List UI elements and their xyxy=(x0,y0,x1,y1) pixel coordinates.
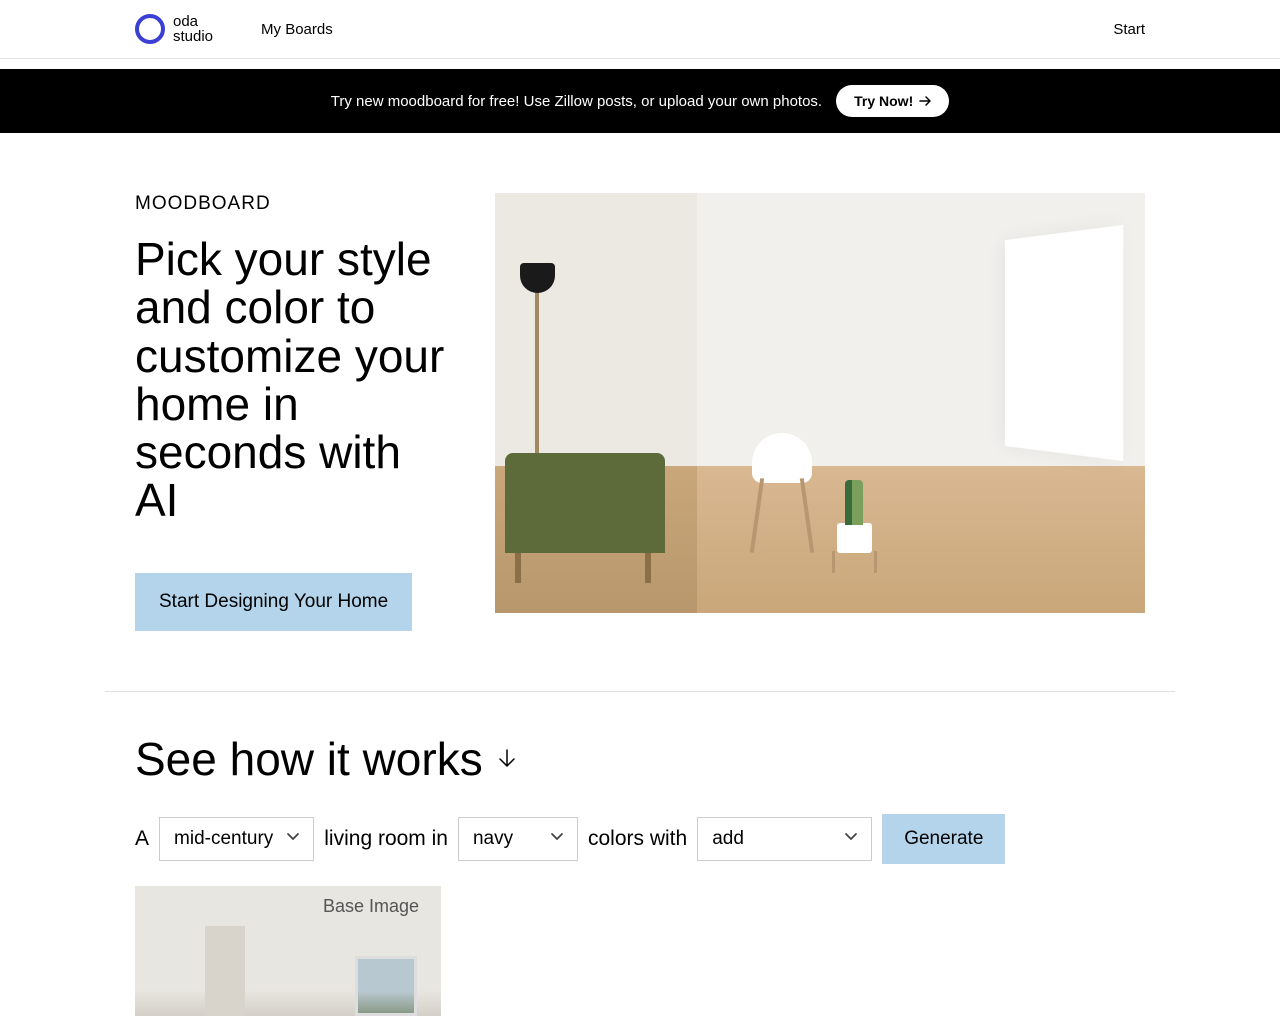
color-select-value: navy xyxy=(473,828,513,850)
how-it-works-title: See how it works xyxy=(135,732,1145,786)
base-image-label: Base Image xyxy=(323,896,419,917)
start-designing-button[interactable]: Start Designing Your Home xyxy=(135,573,412,631)
nav-my-boards[interactable]: My Boards xyxy=(261,21,333,38)
text-living-room-in: living room in xyxy=(324,827,448,851)
promo-banner: Try new moodboard for free! Use Zillow p… xyxy=(0,69,1280,133)
hero-image-left xyxy=(495,193,697,613)
logo-line2: studio xyxy=(173,29,213,44)
chevron-down-icon xyxy=(549,828,565,850)
accent-select-value: add xyxy=(712,828,744,850)
base-image-wall xyxy=(205,926,245,1016)
window-graphic xyxy=(1005,225,1123,461)
color-select[interactable]: navy xyxy=(458,817,578,861)
logo-circle-icon xyxy=(135,14,165,44)
arrow-down-icon xyxy=(495,747,519,771)
chevron-down-icon xyxy=(843,828,859,850)
arrow-right-icon xyxy=(919,93,931,109)
generate-button[interactable]: Generate xyxy=(882,814,1005,864)
style-select-value: mid-century xyxy=(174,828,273,850)
hero-section: MOODBOARD Pick your style and color to c… xyxy=(0,133,1280,631)
plant-graphic xyxy=(837,523,872,553)
base-image-window xyxy=(355,956,417,1016)
nav-start[interactable]: Start xyxy=(1113,21,1145,38)
generator-form: A mid-century living room in navy colors… xyxy=(135,814,1145,864)
logo[interactable]: oda studio xyxy=(135,14,213,44)
chair-graphic xyxy=(747,433,817,553)
how-it-works-section: See how it works A mid-century living ro… xyxy=(0,692,1280,864)
how-it-works-title-text: See how it works xyxy=(135,732,483,786)
header: oda studio My Boards Start xyxy=(0,0,1280,59)
hero-image xyxy=(495,193,1145,613)
accent-select[interactable]: add xyxy=(697,817,872,861)
banner-text: Try new moodboard for free! Use Zillow p… xyxy=(331,93,822,110)
header-left: oda studio My Boards xyxy=(135,14,333,44)
style-select[interactable]: mid-century xyxy=(159,817,314,861)
try-now-button[interactable]: Try Now! xyxy=(836,85,949,117)
logo-line1: oda xyxy=(173,14,213,29)
hero-content: MOODBOARD Pick your style and color to c… xyxy=(135,193,445,631)
hero-label: MOODBOARD xyxy=(135,193,445,215)
hero-image-right xyxy=(697,193,1146,613)
base-image-card[interactable]: Base Image xyxy=(135,886,441,1016)
sofa-graphic xyxy=(505,453,665,553)
text-colors-with: colors with xyxy=(588,827,687,851)
logo-text: oda studio xyxy=(173,14,213,44)
try-now-label: Try Now! xyxy=(854,93,913,109)
text-a: A xyxy=(135,827,149,851)
lamp-graphic xyxy=(535,283,539,463)
hero-title: Pick your style and color to customize y… xyxy=(135,235,445,525)
chevron-down-icon xyxy=(285,828,301,850)
